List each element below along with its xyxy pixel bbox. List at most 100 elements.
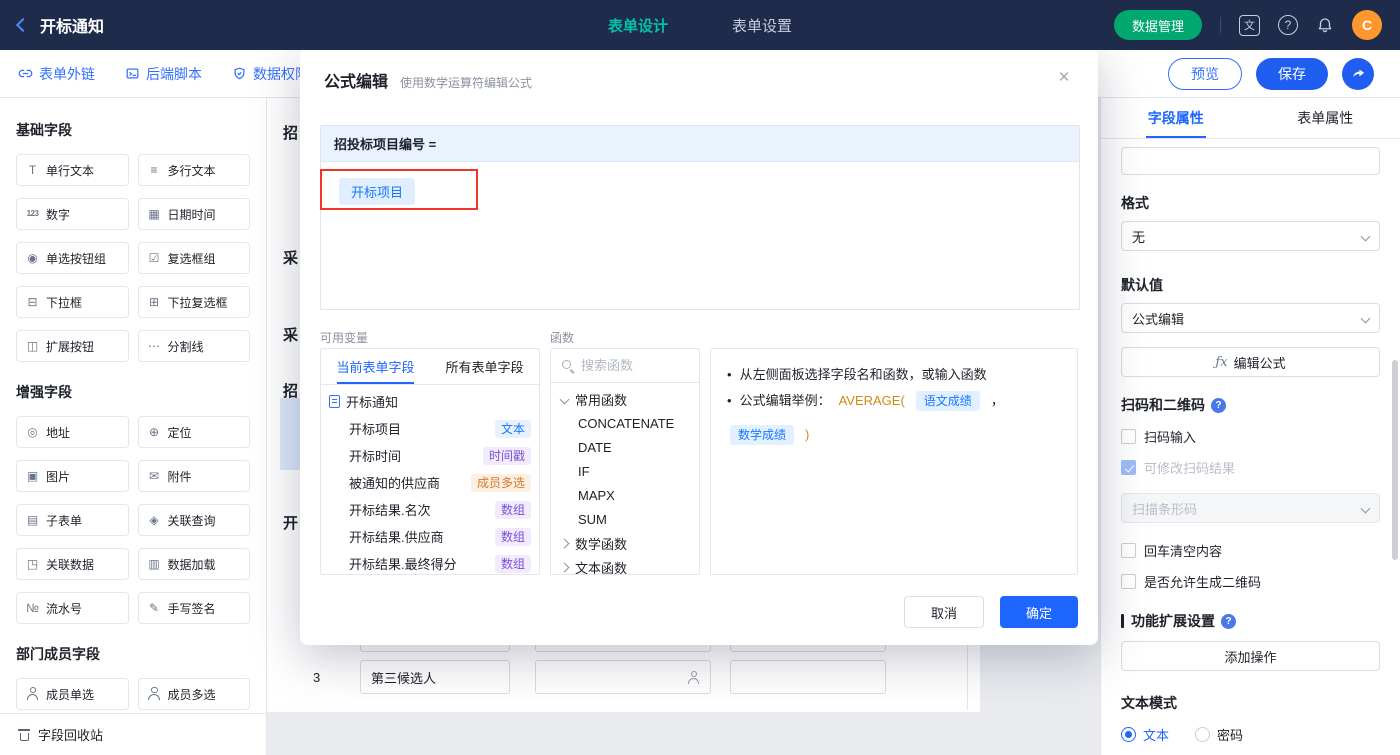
field-item-data-load[interactable]: ▥ 数据加载 xyxy=(137,548,250,580)
help-line-2: • 公式编辑举例： AVERAGE(语文成绩，数学成绩) xyxy=(727,388,1061,448)
checkbox-scan-input[interactable]: 扫码输入 xyxy=(1121,427,1380,446)
field-item-serial-number[interactable]: № 流水号 xyxy=(16,592,129,624)
function-item[interactable]: SUM xyxy=(551,507,699,531)
function-item[interactable]: CONCATENATE xyxy=(551,411,699,435)
checkbox-enter-clear[interactable]: 回车清空内容 xyxy=(1121,541,1380,560)
translate-icon[interactable]: 文 xyxy=(1239,14,1260,36)
variable-item[interactable]: 开标结果.名次 数组 xyxy=(321,496,539,523)
field-item-address[interactable]: ◎ 地址 xyxy=(16,416,129,448)
functions-panel: 常用函数 CONCATENATE DATE IF MAPX SUM 数学函数 文… xyxy=(550,348,700,575)
variable-item[interactable]: 开标时间 时间戳 xyxy=(321,442,539,469)
field-recycle-bin[interactable]: 字段回收站 xyxy=(0,713,266,755)
field-item-lookup-query[interactable]: ◈ 关联查询 xyxy=(137,504,250,536)
function-group-math[interactable]: 数学函数 xyxy=(551,531,699,555)
cancel-button[interactable]: 取消 xyxy=(903,596,984,628)
tab-form-design[interactable]: 表单设计 xyxy=(608,15,668,36)
checkbox-allow-qrcode[interactable]: 是否允许生成二维码 xyxy=(1121,572,1380,591)
help-icon[interactable]: ? xyxy=(1278,15,1298,35)
divider-icon: ⋯ xyxy=(148,339,160,353)
tab-form-properties[interactable]: 表单属性 xyxy=(1251,98,1400,138)
variable-item[interactable]: 被通知的供应商 成员多选 xyxy=(321,469,539,496)
scrollbar-thumb[interactable] xyxy=(1392,360,1398,560)
format-select[interactable]: 无 xyxy=(1121,221,1380,251)
confirm-button[interactable]: 确定 xyxy=(999,596,1078,628)
member-fields-grid: 成员单选 成员多选 xyxy=(16,678,250,710)
type-tag: 文本 xyxy=(494,419,531,438)
function-item[interactable]: DATE xyxy=(551,435,699,459)
variable-item[interactable]: 开标项目 文本 xyxy=(321,415,539,442)
radio-password-mode[interactable]: 密码 xyxy=(1195,725,1243,744)
field-item-extend-button[interactable]: ◫ 扩展按钮 xyxy=(16,330,129,362)
table-cell-candidate[interactable]: 第三候选人 xyxy=(360,660,510,694)
field-item-label: 单选按钮组 xyxy=(46,251,107,266)
field-item-label: 数字 xyxy=(46,207,71,222)
close-icon[interactable]: × xyxy=(1050,64,1078,92)
field-item-attachment[interactable]: ✉ 附件 xyxy=(137,460,250,492)
form-doc-icon xyxy=(329,395,340,408)
share-button[interactable] xyxy=(1342,57,1374,90)
backend-script-button[interactable]: 后端脚本 xyxy=(125,64,202,84)
tab-form-settings[interactable]: 表单设置 xyxy=(732,15,792,36)
app-root: 开标通知 表单设计 表单设置 数据管理 文 ? C 表单外链 后端脚本 数据权限 xyxy=(0,0,1400,755)
edit-formula-button[interactable]: ƒx 编辑公式 xyxy=(1121,347,1380,377)
checkbox-modify-scan-result[interactable]: 可修改扫码结果 xyxy=(1121,458,1380,477)
default-value-select[interactable]: 公式编辑 xyxy=(1121,303,1380,333)
variable-item[interactable]: 开标结果.最终得分 数组 xyxy=(321,550,539,574)
clipped-section-title: 招 xyxy=(283,125,299,142)
variable-item[interactable]: 开标结果.供应商 数组 xyxy=(321,523,539,550)
help-circle-icon[interactable]: ? xyxy=(1211,397,1226,413)
field-item-multi-line-text[interactable]: ≡ 多行文本 xyxy=(137,154,250,186)
extend-button-icon: ◫ xyxy=(26,339,39,353)
field-item-number[interactable]: 123 数字 xyxy=(16,198,129,230)
field-item-subform[interactable]: ▤ 子表单 xyxy=(16,504,129,536)
variables-list: 开标通知 开标项目 文本 开标时间 时间戳 被通知的供应商 成员多选 开标结果.名次数… xyxy=(321,385,539,574)
formula-field-chip[interactable]: 开标项目 xyxy=(339,178,416,205)
field-item-checkbox-group[interactable]: ☑ 复选框组 xyxy=(137,242,250,274)
field-item-select[interactable]: ⊟ 下拉框 xyxy=(16,286,129,318)
topbar-divider xyxy=(1220,17,1221,33)
function-group-text[interactable]: 文本函数 xyxy=(551,555,699,574)
field-item-linked-data[interactable]: ◳ 关联数据 xyxy=(16,548,129,580)
example-chip: 数学成绩 xyxy=(730,425,795,445)
formula-input-area[interactable]: 开标项目 xyxy=(321,162,1079,221)
field-item-signature[interactable]: ✎ 手写签名 xyxy=(137,592,250,624)
field-title-input[interactable] xyxy=(1121,147,1380,175)
signature-icon: ✎ xyxy=(148,601,160,615)
link-icon xyxy=(18,66,33,81)
add-action-button[interactable]: 添加操作 xyxy=(1121,641,1380,671)
example-chip: 语文成绩 xyxy=(915,391,980,411)
table-cell-member[interactable] xyxy=(535,660,711,694)
function-item[interactable]: IF xyxy=(551,459,699,483)
field-item-datetime[interactable]: ▦ 日期时间 xyxy=(137,198,250,230)
field-item-member-multi[interactable]: 成员多选 xyxy=(137,678,250,710)
dropdown-multi-icon: ⊞ xyxy=(148,295,160,309)
save-button[interactable]: 保存 xyxy=(1256,57,1328,90)
function-search-input[interactable] xyxy=(581,358,681,373)
avatar[interactable]: C xyxy=(1352,10,1382,40)
radio-text-mode[interactable]: 文本 xyxy=(1121,725,1169,744)
field-item-label: 子表单 xyxy=(46,513,83,528)
field-item-label: 关联查询 xyxy=(167,513,216,528)
field-item-radio-group[interactable]: ◉ 单选按钮组 xyxy=(16,242,129,274)
preview-button[interactable]: 预览 xyxy=(1168,57,1242,90)
field-item-image[interactable]: ▣ 图片 xyxy=(16,460,129,492)
notification-bell-icon[interactable] xyxy=(1316,16,1334,34)
back-icon[interactable] xyxy=(15,17,31,33)
tab-current-form-fields[interactable]: 当前表单字段 xyxy=(321,349,430,384)
tab-field-properties[interactable]: 字段属性 xyxy=(1101,98,1251,138)
field-item-location[interactable]: ⊕ 定位 xyxy=(137,416,250,448)
function-item[interactable]: MAPX xyxy=(551,483,699,507)
field-item-divider[interactable]: ⋯ 分割线 xyxy=(137,330,250,362)
data-manage-button[interactable]: 数据管理 xyxy=(1113,10,1202,40)
variable-root[interactable]: 开标通知 xyxy=(321,388,539,415)
help-circle-icon[interactable]: ? xyxy=(1221,613,1236,629)
field-item-single-line-text[interactable]: T 单行文本 xyxy=(16,154,129,186)
field-item-member-single[interactable]: 成员单选 xyxy=(16,678,129,710)
tab-all-form-fields[interactable]: 所有表单字段 xyxy=(430,349,539,384)
function-group-common[interactable]: 常用函数 xyxy=(551,387,699,411)
form-external-link-button[interactable]: 表单外链 xyxy=(18,64,95,84)
field-item-multi-select[interactable]: ⊞ 下拉复选框 xyxy=(137,286,250,318)
data-permission-button[interactable]: 数据权限 xyxy=(232,64,309,84)
table-cell[interactable] xyxy=(730,660,886,694)
topbar-tabs: 表单设计 表单设置 xyxy=(608,0,792,50)
